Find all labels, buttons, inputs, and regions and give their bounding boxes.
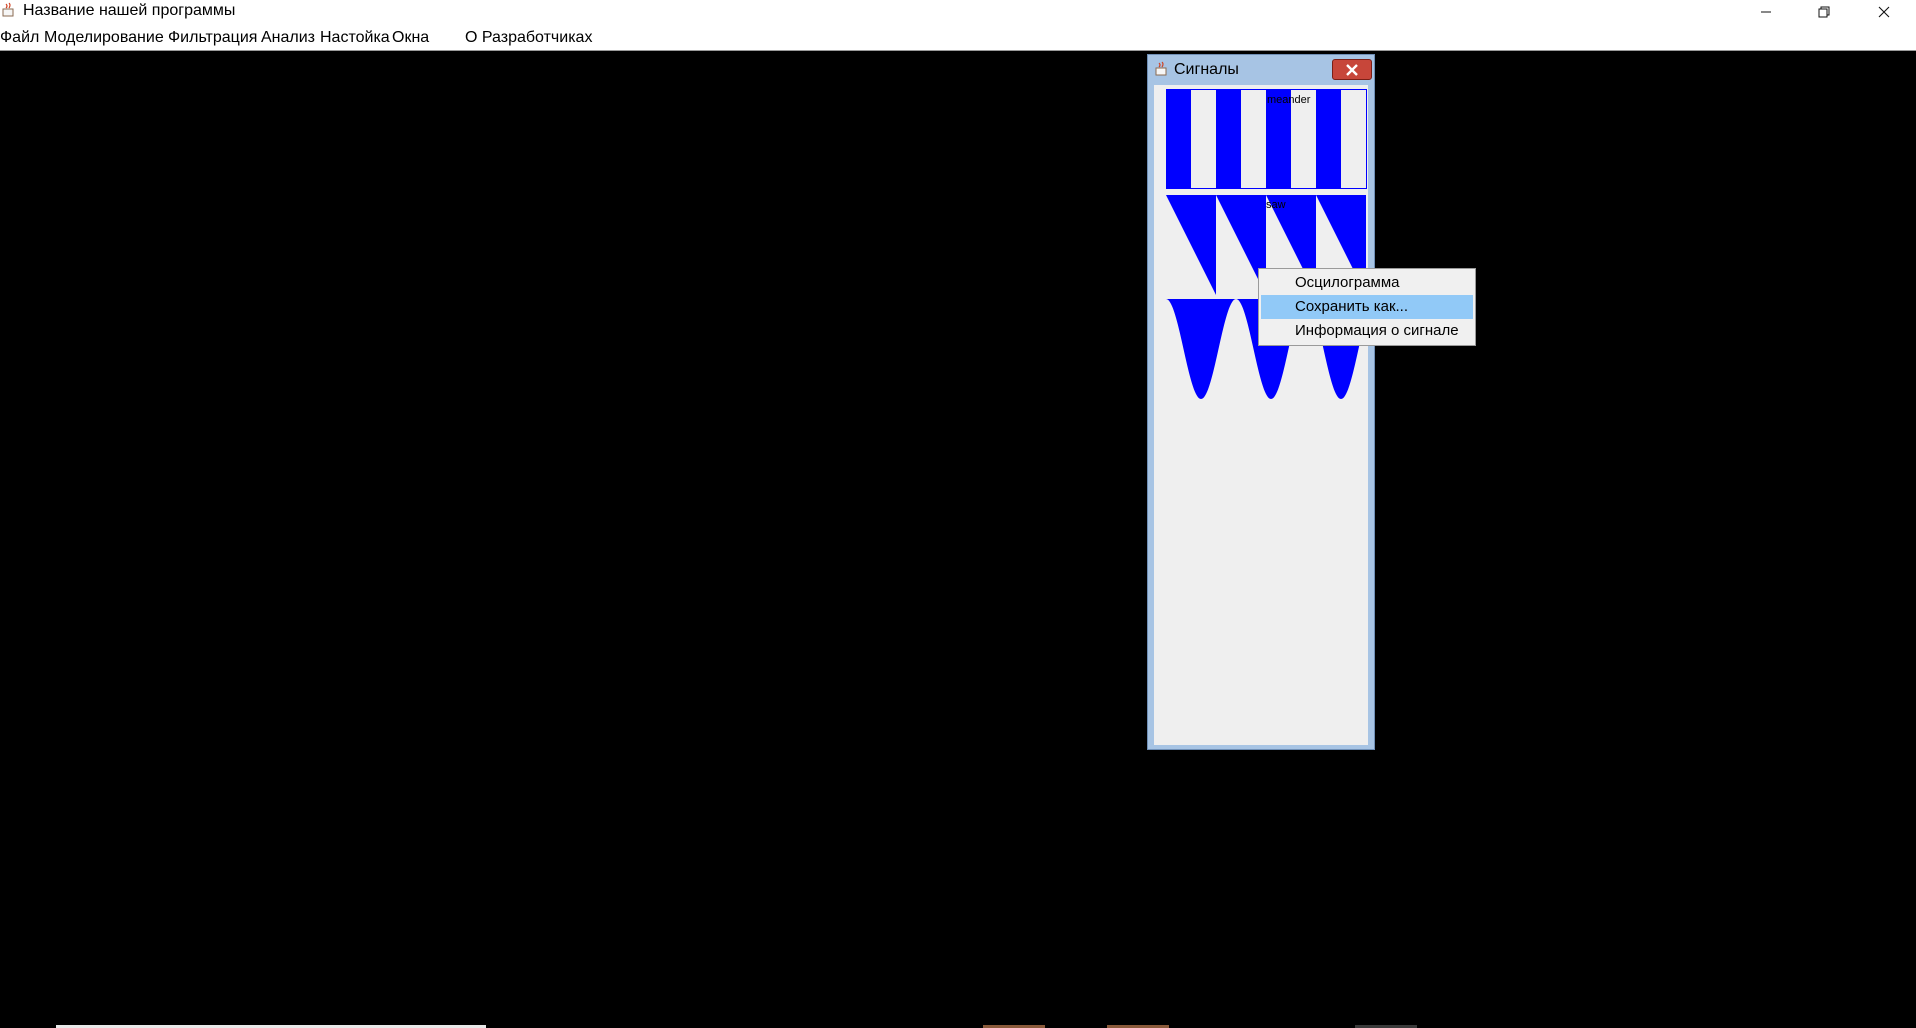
java-app-icon xyxy=(2,2,14,17)
context-menu-label: Сохранить как... xyxy=(1295,298,1409,315)
minimize-button[interactable] xyxy=(1737,0,1795,24)
menu-about-developers[interactable]: О Разработчиках xyxy=(465,29,592,47)
title-bar: Название нашей программы xyxy=(0,0,1916,24)
desktop-area xyxy=(0,51,1916,1028)
signal-context-menu: Осцилограмма Сохранить как... Информация… xyxy=(1258,268,1476,346)
signals-close-button[interactable] xyxy=(1332,59,1372,80)
menu-modeling[interactable]: Моделирование xyxy=(44,29,164,47)
restore-icon xyxy=(1818,6,1830,18)
minimize-icon xyxy=(1761,11,1771,13)
signal-label-meander: meander xyxy=(1267,94,1311,106)
context-menu-label: Осцилограмма xyxy=(1295,274,1400,291)
close-icon xyxy=(1878,6,1890,18)
close-icon xyxy=(1346,63,1358,76)
signal-panel-meander[interactable]: meander xyxy=(1166,89,1367,189)
saw-tooth xyxy=(1166,195,1216,295)
java-app-icon xyxy=(1155,61,1167,76)
meander-pulse xyxy=(1316,89,1341,189)
menu-windows[interactable]: Окна xyxy=(392,29,429,47)
meander-pulse xyxy=(1216,89,1241,189)
menu-filtering[interactable]: Фильтрация xyxy=(168,29,257,47)
menu-file[interactable]: Файл xyxy=(0,29,39,47)
menu-settings[interactable]: Настойка xyxy=(320,29,390,47)
signal-label-saw: saw xyxy=(1266,199,1286,211)
context-menu-save-as[interactable]: Сохранить как... xyxy=(1261,295,1473,319)
context-menu-signal-info[interactable]: Информация о сигнале xyxy=(1261,319,1473,343)
close-button[interactable] xyxy=(1855,0,1913,24)
signals-window-title: Сигналы xyxy=(1174,61,1239,78)
context-menu-oscillogram[interactable]: Осцилограмма xyxy=(1261,271,1473,295)
window-title: Название нашей программы xyxy=(23,2,236,19)
menu-bar: Файл Моделирование Фильтрация Анализ Нас… xyxy=(0,24,1916,51)
signals-content-area: meander saw xyxy=(1154,85,1368,745)
restore-button[interactable] xyxy=(1795,0,1853,24)
context-menu-label: Информация о сигнале xyxy=(1295,322,1459,339)
menu-analysis[interactable]: Анализ xyxy=(261,29,315,47)
meander-pulse xyxy=(1166,89,1191,189)
signals-window[interactable]: Сигналы meander saw xyxy=(1147,54,1375,750)
